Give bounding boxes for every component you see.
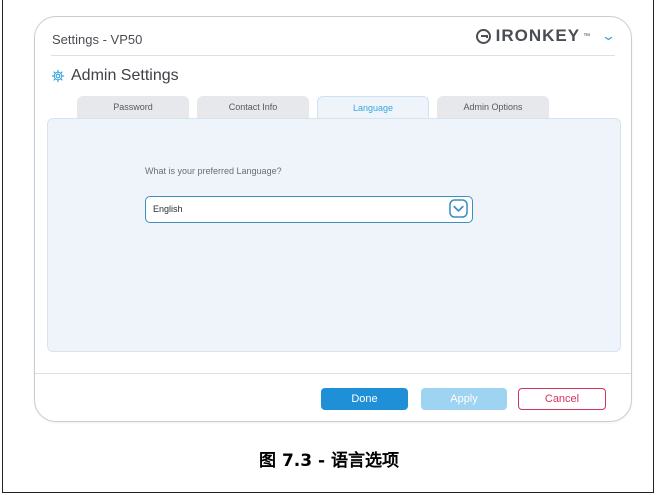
tab-password[interactable]: Password	[77, 96, 189, 118]
title-divider	[51, 55, 615, 56]
tab-language[interactable]: Language	[317, 96, 429, 118]
language-selected-value: English	[153, 204, 183, 214]
section-title: Admin Settings	[71, 67, 179, 84]
language-question-label: What is your preferred Language?	[145, 166, 282, 176]
ironkey-logo-icon	[475, 28, 491, 44]
brand-logo[interactable]: IRONKEY ™ ⌄	[475, 26, 616, 46]
language-select[interactable]: English	[145, 196, 473, 223]
section-header: Admin Settings	[51, 67, 179, 85]
brand-name: IRONKEY	[495, 26, 581, 45]
window-title: Settings - VP50	[52, 32, 143, 47]
language-panel: What is your preferred Language? English	[47, 118, 621, 352]
apply-button[interactable]: Apply	[421, 388, 507, 410]
tab-contact-info[interactable]: Contact Info	[197, 96, 309, 118]
cancel-button[interactable]: Cancel	[518, 388, 606, 410]
settings-window: Settings - VP50 IRONKEY ™ ⌄ Admin Settin…	[34, 16, 632, 422]
tab-bar: Password Contact Info Language Admin Opt…	[77, 96, 549, 118]
chevron-down-icon[interactable]: ⌄	[601, 28, 616, 44]
brand-trademark: ™	[583, 32, 591, 40]
done-button[interactable]: Done	[321, 388, 408, 410]
gear-icon	[51, 69, 65, 83]
chevron-down-circle-icon[interactable]	[449, 199, 468, 218]
tab-admin-options[interactable]: Admin Options	[437, 96, 549, 118]
figure-caption: 图 7.3 - 语言选项	[259, 451, 399, 471]
footer-divider	[35, 373, 631, 374]
